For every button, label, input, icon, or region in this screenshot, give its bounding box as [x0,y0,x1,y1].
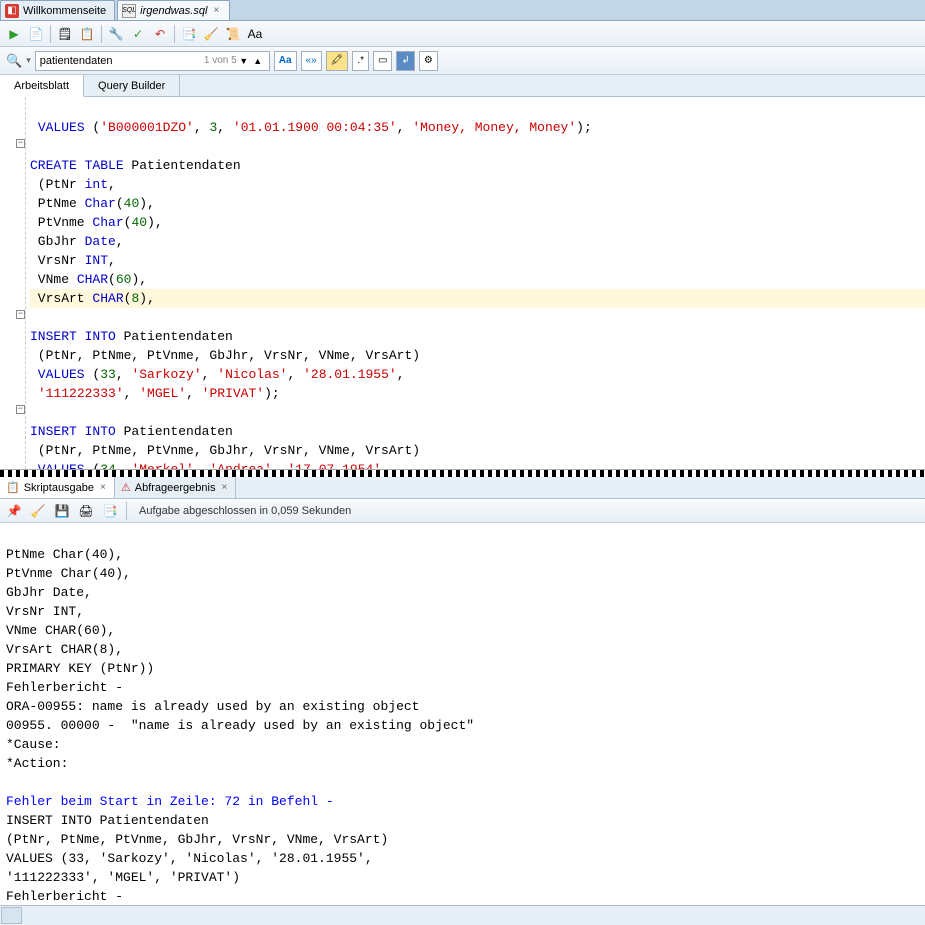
search-next-button[interactable]: ▼ [237,54,251,68]
output-toolbar: 📌 🧹 💾 🖨 📑 Aufgabe abgeschlossen in 0,059… [0,499,925,523]
script-output-icon: 📋 [6,481,20,494]
oracle-icon: ◧ [5,4,19,18]
run-button[interactable]: ▶ [4,24,24,44]
sql-editor[interactable]: − − − VALUES ('B000001DZO', 3, '01.01.19… [0,97,925,470]
explain-plan-button[interactable]: 🗒 [55,24,75,44]
script-output-panel[interactable]: PtNme Char(40), PtVnme Char(40), GbJhr D… [0,523,925,905]
uppercase-button[interactable]: Aa [245,24,265,44]
document-tabs: Arbeitsblatt Query Builder [0,75,925,97]
highlight-button[interactable]: 🖍 [326,51,349,71]
main-toolbar: ▶ 📄 🗒 📋 🔧 ✓ ↶ 📑 🧹 📜 Aa [0,21,925,47]
tab-arbeitsblatt[interactable]: Arbeitsblatt [0,75,84,97]
error-icon: ⚠ [121,481,131,494]
selection-button[interactable]: ▭ [373,51,392,71]
rollback-button[interactable]: ↶ [150,24,170,44]
clear-button[interactable]: 🧹 [201,24,221,44]
print-output-button[interactable]: 🖨 [76,501,96,521]
file-tabs-row: ◧ Willkommenseite SQL irgendwas.sql × [0,0,925,21]
tab-label: irgendwas.sql [140,5,207,17]
history-button[interactable]: 📜 [223,24,243,44]
commit-button[interactable]: ✓ [128,24,148,44]
status-bar [0,905,925,925]
run-script-button[interactable]: 📄 [26,24,46,44]
close-icon[interactable]: × [211,5,221,16]
task-status-text: Aufgabe abgeschlossen in 0,059 Sekunden [133,505,351,517]
search-input[interactable] [40,55,204,67]
regex-button[interactable]: .* [352,51,369,71]
search-prev-button[interactable]: ▲ [251,54,265,68]
match-case-button[interactable]: Aa [274,51,297,71]
sql-tuning-button[interactable]: 🔧 [106,24,126,44]
tab-skriptausgabe[interactable]: 📋 Skriptausgabe × [0,477,115,498]
tab-query-builder[interactable]: Query Builder [84,75,180,96]
tab-abfrageergebnis[interactable]: ⚠ Abfrageergebnis × [115,477,236,498]
tab-willkommenseite[interactable]: ◧ Willkommenseite [0,0,115,20]
autotrace-button[interactable]: 📋 [77,24,97,44]
close-icon[interactable]: × [219,482,229,493]
editor-content[interactable]: VALUES ('B000001DZO', 3, '01.01.1900 00:… [0,97,925,470]
detail-button[interactable]: 📑 [100,501,120,521]
output-tabs: 📋 Skriptausgabe × ⚠ Abfrageergebnis × [0,477,925,499]
sql-file-icon: SQL [122,4,136,18]
horizontal-splitter[interactable] [0,470,925,477]
search-box[interactable]: 1 von 5 ▼ ▲ [35,51,270,71]
search-icon: 🔍 [6,53,22,69]
status-block [1,907,22,924]
unshared-button[interactable]: 📑 [179,24,199,44]
search-toolbar: 🔍 ▾ 1 von 5 ▼ ▲ Aa «» 🖍 .* ▭ ↲ ⚙ [0,47,925,75]
pin-button[interactable]: 📌 [4,501,24,521]
settings-button[interactable]: ⚙ [419,51,438,71]
whole-word-button[interactable]: «» [301,51,322,71]
tab-label: Willkommenseite [23,5,106,17]
search-result-count: 1 von 5 [204,55,237,66]
close-icon[interactable]: × [98,482,108,493]
tab-irgendwas-sql[interactable]: SQL irgendwas.sql × [117,0,230,20]
wrap-button[interactable]: ↲ [396,51,414,71]
save-output-button[interactable]: 💾 [52,501,72,521]
clear-output-button[interactable]: 🧹 [28,501,48,521]
